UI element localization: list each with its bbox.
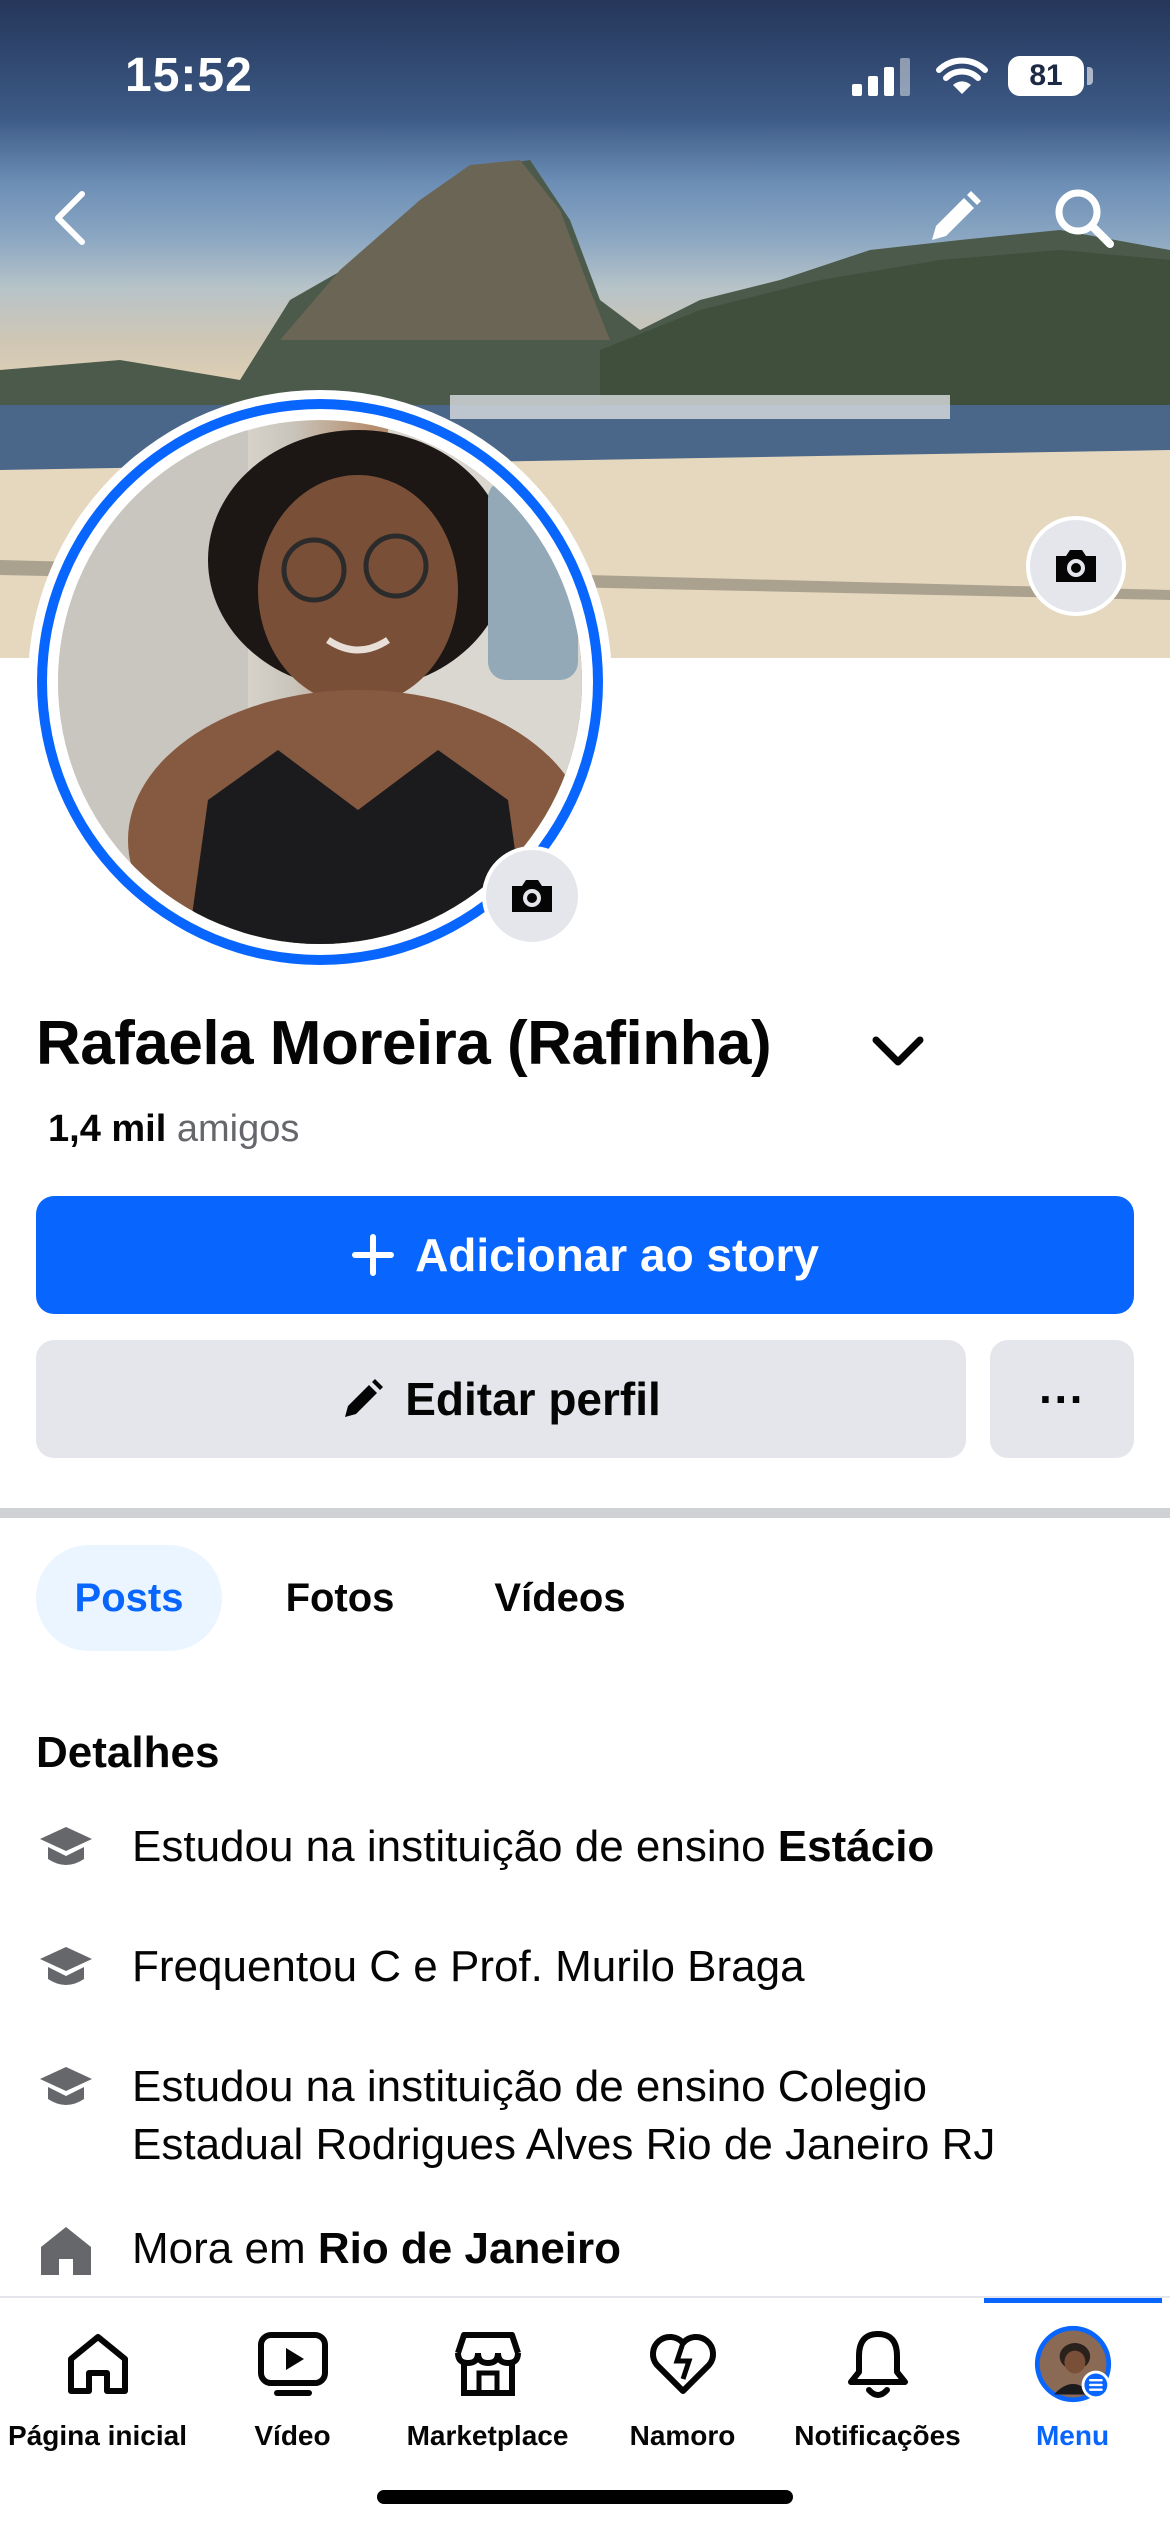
detail-item[interactable]: Estudou na instituição de ensino Colegio… bbox=[36, 2058, 1096, 2174]
search-button[interactable] bbox=[1044, 178, 1124, 258]
wifi-icon bbox=[936, 57, 988, 94]
pencil-icon bbox=[932, 191, 981, 240]
home-icon bbox=[58, 2324, 138, 2404]
detail-text: Estudou na instituição de ensino bbox=[132, 1822, 778, 1871]
graduation-cap-icon bbox=[36, 2058, 96, 2118]
nav-home[interactable]: Página inicial bbox=[0, 2324, 195, 2452]
battery-tip bbox=[1087, 67, 1093, 85]
nav-marketplace[interactable]: Marketplace bbox=[390, 2324, 585, 2452]
nav-marketplace-label: Marketplace bbox=[406, 2420, 569, 2451]
home-indicator bbox=[377, 2490, 793, 2504]
friends-count-label: amigos bbox=[176, 1108, 300, 1150]
detail-text: Mora em bbox=[132, 2224, 318, 2273]
friends-count[interactable]: 1,4 mil amigos bbox=[48, 1108, 299, 1151]
tab-posts[interactable]: Posts bbox=[36, 1545, 222, 1651]
graduation-cap-icon bbox=[36, 1938, 96, 1998]
home-icon bbox=[36, 2220, 96, 2280]
video-icon bbox=[253, 2324, 333, 2404]
nav-menu-label: Menu bbox=[1035, 2420, 1110, 2451]
detail-item[interactable]: Estudou na instituição de ensino Estácio bbox=[36, 1818, 1146, 1878]
graduation-cap-icon bbox=[36, 1818, 96, 1878]
more-options-label: ··· bbox=[1039, 1373, 1085, 1425]
more-options-button[interactable]: ··· bbox=[990, 1340, 1134, 1458]
tab-videos[interactable]: Vídeos bbox=[470, 1545, 650, 1651]
pencil-icon bbox=[345, 1379, 384, 1417]
bell-icon bbox=[838, 2324, 918, 2404]
details-title: Detalhes bbox=[36, 1728, 220, 1777]
avatar-menu-icon bbox=[1033, 2324, 1113, 2404]
marketplace-icon bbox=[448, 2324, 528, 2404]
nav-dating-label: Namoro bbox=[629, 2420, 736, 2451]
edit-cover-camera-button[interactable] bbox=[1026, 516, 1126, 616]
edit-pencil-button[interactable] bbox=[914, 178, 994, 258]
plus-icon bbox=[352, 1234, 395, 1276]
edit-avatar-camera-button[interactable] bbox=[482, 846, 582, 946]
active-tab-indicator bbox=[984, 2298, 1162, 2303]
detail-text: Frequentou C e Prof. Murilo Braga bbox=[132, 1942, 805, 1991]
nav-notifications[interactable]: Notificações bbox=[780, 2324, 975, 2452]
search-icon bbox=[1055, 189, 1114, 248]
nav-menu[interactable]: Menu bbox=[975, 2324, 1170, 2452]
detail-item[interactable]: Frequentou C e Prof. Murilo Braga bbox=[36, 1938, 1146, 1998]
chevron-left-icon bbox=[55, 191, 85, 245]
detail-text: Estudou na instituição de ensino Colegio… bbox=[132, 2062, 996, 2169]
section-divider bbox=[0, 1508, 1170, 1518]
edit-profile-label: Editar perfil bbox=[405, 1373, 661, 1425]
profile-name-text: Rafaela Moreira (Rafinha) bbox=[36, 1009, 772, 1078]
detail-bold: Estácio bbox=[777, 1822, 935, 1871]
nav-video-label: Vídeo bbox=[254, 2420, 331, 2451]
edit-profile-button[interactable]: Editar perfil bbox=[36, 1340, 966, 1458]
chevron-down-icon bbox=[872, 1036, 924, 1066]
tab-fotos[interactable]: Fotos bbox=[260, 1545, 420, 1651]
dating-heart-icon bbox=[643, 2324, 723, 2404]
profile-name: Rafaela Moreira (Rafinha) bbox=[36, 1008, 772, 1079]
detail-bold: Rio de Janeiro bbox=[317, 2224, 622, 2273]
add-to-story-label: Adicionar ao story bbox=[415, 1229, 819, 1281]
name-dropdown-button[interactable] bbox=[868, 1022, 928, 1082]
status-time: 15:52 bbox=[125, 49, 253, 102]
camera-icon bbox=[512, 880, 552, 912]
battery-indicator: 81 bbox=[1008, 56, 1084, 96]
nav-video[interactable]: Vídeo bbox=[195, 2324, 390, 2452]
nav-dating[interactable]: Namoro bbox=[585, 2324, 780, 2452]
nav-home-label: Página inicial bbox=[8, 2420, 187, 2451]
cellular-signal-icon bbox=[852, 58, 910, 96]
nav-notifications-label: Notificações bbox=[794, 2420, 961, 2451]
camera-icon bbox=[1056, 550, 1096, 582]
add-to-story-button[interactable]: Adicionar ao story bbox=[36, 1196, 1134, 1314]
detail-item[interactable]: Mora em Rio de Janeiro bbox=[36, 2220, 1146, 2280]
friends-count-number: 1,4 mil bbox=[48, 1108, 167, 1150]
back-button[interactable] bbox=[30, 178, 110, 258]
